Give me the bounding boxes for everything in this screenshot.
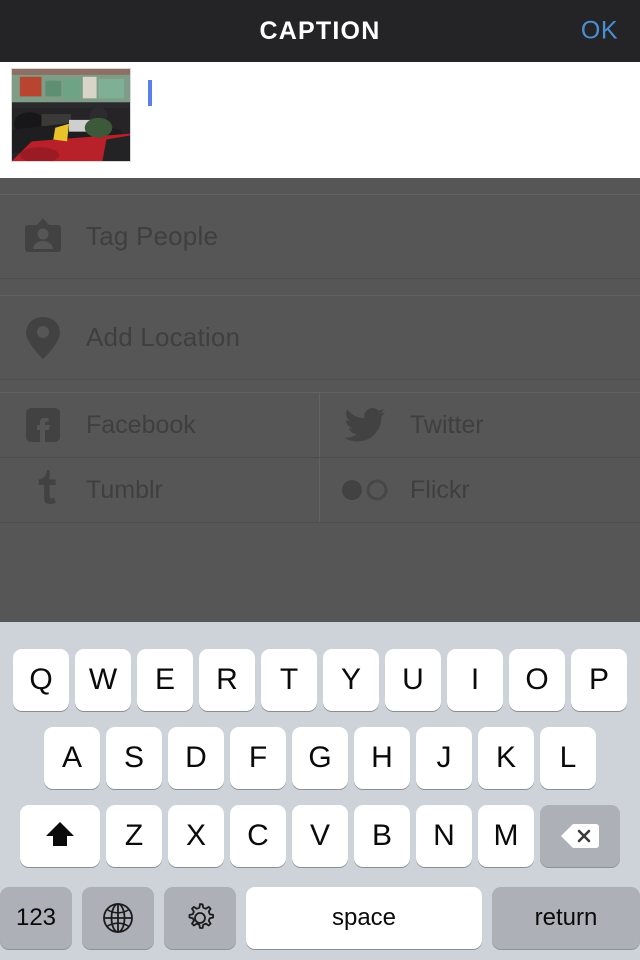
key-p[interactable]: P: [571, 649, 627, 711]
keyboard-row-3: Z X C V B N M: [0, 794, 640, 872]
flickr-icon: [320, 478, 410, 502]
onscreen-keyboard: Q W E R T Y U I O P A S D F G H J K L Z …: [0, 622, 640, 960]
return-key[interactable]: return: [492, 887, 640, 949]
key-y[interactable]: Y: [323, 649, 379, 711]
key-j[interactable]: J: [416, 727, 472, 789]
caption-row: [0, 62, 640, 178]
person-badge-icon: [0, 216, 86, 258]
flickr-label: Flickr: [410, 475, 470, 504]
facebook-label: Facebook: [86, 410, 196, 439]
social-row-2: Tumblr Flickr: [0, 458, 640, 523]
shift-arrow-icon: [43, 819, 77, 853]
backspace-key[interactable]: [540, 805, 620, 867]
key-h[interactable]: H: [354, 727, 410, 789]
options-mid-gap: [0, 279, 640, 295]
key-i[interactable]: I: [447, 649, 503, 711]
key-o[interactable]: O: [509, 649, 565, 711]
key-f[interactable]: F: [230, 727, 286, 789]
options-sheet: Tag People Add Location Facebook Twitter…: [0, 178, 640, 622]
key-b[interactable]: B: [354, 805, 410, 867]
ok-button[interactable]: OK: [581, 17, 618, 46]
tag-people-label: Tag People: [86, 221, 219, 251]
add-location-label: Add Location: [86, 322, 241, 352]
caption-screen: CAPTION OK Tag People Add Location Faceb…: [0, 0, 640, 960]
facebook-icon: [0, 406, 86, 444]
shift-key[interactable]: [20, 805, 100, 867]
key-k[interactable]: K: [478, 727, 534, 789]
globe-icon: [101, 901, 135, 935]
key-q[interactable]: Q: [13, 649, 69, 711]
social-share-grid: Facebook Twitter Tumblr Flickr: [0, 392, 640, 523]
page-title: CAPTION: [259, 16, 381, 45]
key-c[interactable]: C: [230, 805, 286, 867]
gear-icon: [183, 901, 217, 935]
keyboard-row-1: Q W E R T Y U I O P: [0, 622, 640, 716]
key-r[interactable]: R: [199, 649, 255, 711]
key-a[interactable]: A: [44, 727, 100, 789]
key-m[interactable]: M: [478, 805, 534, 867]
key-n[interactable]: N: [416, 805, 472, 867]
text-caret: [148, 80, 152, 106]
share-flickr-cell[interactable]: Flickr: [320, 458, 640, 522]
key-t[interactable]: T: [261, 649, 317, 711]
key-s[interactable]: S: [106, 727, 162, 789]
key-e[interactable]: E: [137, 649, 193, 711]
header-bar: CAPTION OK: [0, 0, 640, 62]
social-row-1: Facebook Twitter: [0, 393, 640, 458]
globe-key[interactable]: [82, 887, 154, 949]
share-tumblr-cell[interactable]: Tumblr: [0, 458, 320, 522]
key-w[interactable]: W: [75, 649, 131, 711]
key-z[interactable]: Z: [106, 805, 162, 867]
key-x[interactable]: X: [168, 805, 224, 867]
key-v[interactable]: V: [292, 805, 348, 867]
add-location-row[interactable]: Add Location: [0, 295, 640, 380]
photo-thumbnail[interactable]: [11, 68, 131, 162]
twitter-icon: [320, 407, 410, 443]
tag-people-row[interactable]: Tag People: [0, 194, 640, 279]
tumblr-icon: [0, 469, 86, 511]
keyboard-row-2: A S D F G H J K L: [0, 716, 640, 794]
share-twitter-cell[interactable]: Twitter: [320, 393, 640, 457]
keyboard-row-4: 123 space return: [0, 872, 640, 956]
thumbnail-image: [12, 69, 130, 161]
twitter-label: Twitter: [410, 410, 484, 439]
tumblr-label: Tumblr: [86, 475, 163, 504]
backspace-icon: [560, 822, 600, 850]
numbers-key[interactable]: 123: [0, 887, 72, 949]
map-pin-icon: [0, 315, 86, 361]
key-g[interactable]: G: [292, 727, 348, 789]
key-d[interactable]: D: [168, 727, 224, 789]
space-key[interactable]: space: [246, 887, 482, 949]
settings-key[interactable]: [164, 887, 236, 949]
key-u[interactable]: U: [385, 649, 441, 711]
share-facebook-cell[interactable]: Facebook: [0, 393, 320, 457]
caption-input[interactable]: [145, 74, 625, 164]
options-top-gap: [0, 178, 640, 194]
key-l[interactable]: L: [540, 727, 596, 789]
